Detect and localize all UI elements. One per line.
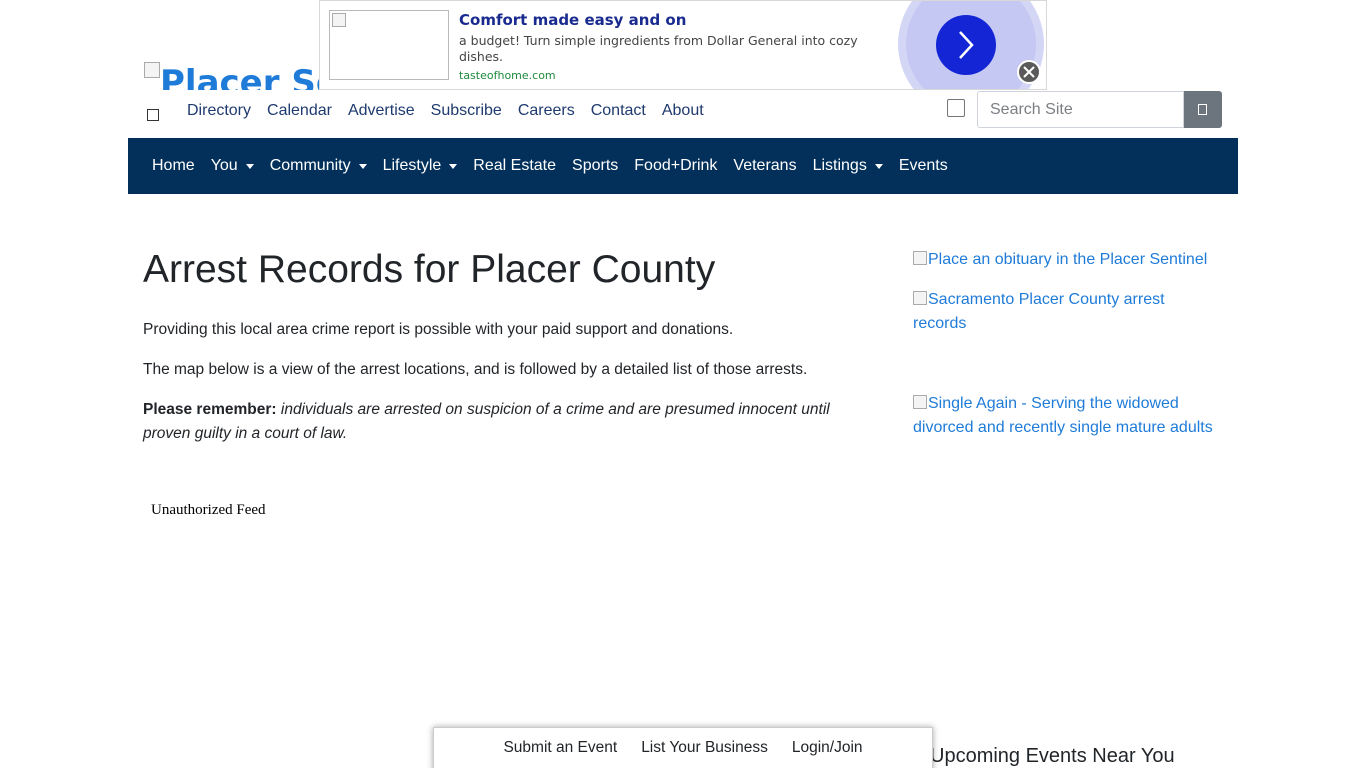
login-join-link[interactable]: Login/Join bbox=[792, 739, 863, 757]
sidebar-link-obituary[interactable]: Place an obituary in the Placer Sentinel bbox=[913, 248, 1223, 272]
reminder-label: Please remember: bbox=[143, 401, 277, 418]
nav-food-drink[interactable]: Food+Drink bbox=[634, 157, 717, 175]
ad-close-button[interactable] bbox=[1017, 60, 1041, 84]
search-button[interactable] bbox=[1184, 91, 1222, 128]
broken-image-icon bbox=[913, 395, 927, 409]
top-link-careers[interactable]: Careers bbox=[518, 102, 575, 120]
nav-sports[interactable]: Sports bbox=[572, 157, 618, 175]
top-link-about[interactable]: About bbox=[662, 102, 704, 120]
list-business-link[interactable]: List Your Business bbox=[641, 739, 768, 757]
page-title: Arrest Records for Placer County bbox=[143, 248, 716, 291]
nav-veterans[interactable]: Veterans bbox=[733, 157, 796, 175]
logo-text: Placer Sentinel bbox=[160, 63, 319, 90]
nav-events[interactable]: Events bbox=[899, 157, 948, 175]
search-input[interactable] bbox=[977, 91, 1184, 128]
top-link-advertise[interactable]: Advertise bbox=[348, 102, 415, 120]
caret-down-icon bbox=[449, 163, 458, 169]
ad-banner[interactable]: Comfort made easy and on a budget! Turn … bbox=[319, 0, 1047, 90]
ad-headline[interactable]: Comfort made easy and on bbox=[459, 11, 879, 29]
caret-down-icon bbox=[358, 163, 367, 169]
support-text: Providing this local area crime report i… bbox=[143, 321, 734, 338]
top-link-directory[interactable]: Directory bbox=[187, 102, 251, 120]
map-intro-text: The map below is a view of the arrest lo… bbox=[143, 361, 808, 378]
feed-status: Unauthorized Feed bbox=[151, 502, 266, 518]
upcoming-events-heading: Upcoming Events Near You bbox=[930, 745, 1175, 767]
search-icon bbox=[1198, 104, 1207, 115]
caret-down-icon bbox=[874, 163, 883, 169]
top-links: Directory Calendar Advertise Subscribe C… bbox=[144, 98, 720, 124]
ad-arrow-button[interactable] bbox=[936, 15, 996, 75]
reminder-text: Please remember: individuals are arreste… bbox=[143, 398, 863, 446]
site-logo[interactable]: Placer Sentinel bbox=[144, 62, 319, 90]
nav-real-estate[interactable]: Real Estate bbox=[473, 157, 556, 175]
main-nav: Home You Community Lifestyle Real Estate… bbox=[128, 138, 1238, 194]
nav-community[interactable]: Community bbox=[270, 157, 367, 175]
home-icon[interactable] bbox=[147, 109, 159, 121]
ad-body[interactable]: a budget! Turn simple ingredients from D… bbox=[459, 33, 879, 65]
nav-you[interactable]: You bbox=[211, 157, 254, 175]
sidebar-link-single-again[interactable]: Single Again - Serving the widowed divor… bbox=[913, 392, 1223, 440]
top-link-contact[interactable]: Contact bbox=[591, 102, 646, 120]
ad-domain[interactable]: tasteofhome.com bbox=[459, 69, 556, 82]
close-icon bbox=[1023, 66, 1035, 78]
nav-lifestyle[interactable]: Lifestyle bbox=[383, 157, 458, 175]
submit-event-link[interactable]: Submit an Event bbox=[503, 739, 617, 757]
sidebar-link-arrest-records[interactable]: Sacramento Placer County arrest records bbox=[913, 288, 1173, 336]
broken-image-icon bbox=[913, 251, 927, 265]
chevron-right-icon bbox=[959, 31, 974, 59]
header-checkbox[interactable] bbox=[947, 99, 965, 117]
ad-image[interactable] bbox=[329, 10, 449, 80]
nav-listings[interactable]: Listings bbox=[813, 157, 883, 175]
broken-image-icon bbox=[332, 13, 346, 27]
nav-home[interactable]: Home bbox=[152, 157, 195, 175]
top-link-subscribe[interactable]: Subscribe bbox=[431, 102, 502, 120]
caret-down-icon bbox=[245, 163, 254, 169]
broken-image-icon bbox=[913, 291, 927, 305]
top-link-calendar[interactable]: Calendar bbox=[267, 102, 332, 120]
bottom-action-bar: Submit an Event List Your Business Login… bbox=[433, 727, 933, 768]
broken-image-icon bbox=[144, 62, 160, 78]
